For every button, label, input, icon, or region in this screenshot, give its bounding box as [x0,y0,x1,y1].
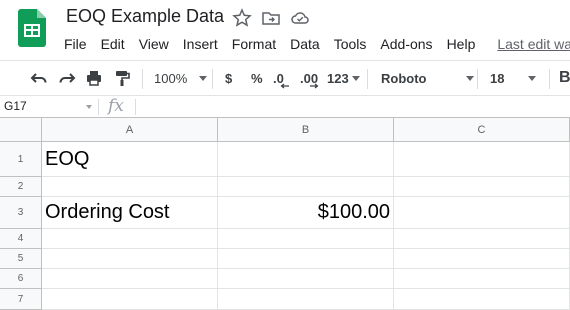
more-formats-label: 123 [327,70,349,86]
cell-b7[interactable] [218,289,394,310]
menu-bar: File Edit View Insert Format Data Tools … [64,34,570,54]
formula-bar: G17 fx [0,96,570,118]
more-formats-button[interactable]: 123 [327,61,360,95]
cell-b3[interactable]: $100.00 [218,197,394,229]
cell-c6[interactable] [394,269,570,289]
cell-a7[interactable] [42,289,218,310]
row-header-4[interactable]: 4 [0,229,42,249]
formula-bar-divider [98,99,99,115]
cell-a3[interactable]: Ordering Cost [42,197,218,229]
star-icon[interactable] [232,8,252,28]
decrease-decimal-button[interactable]: .0 [273,61,289,95]
toolbar-divider [142,69,143,89]
column-header-b[interactable]: B [218,118,394,142]
chevron-down-icon[interactable] [86,105,92,109]
cell-b1[interactable] [218,142,394,177]
font-size-select[interactable]: 18 [490,61,537,95]
formula-bar-divider [135,99,136,115]
cell-c3[interactable] [394,197,570,229]
cell-b4[interactable] [218,229,394,249]
cell-c7[interactable] [394,289,570,310]
menu-tools[interactable]: Tools [334,34,367,54]
menu-file[interactable]: File [64,34,87,54]
print-icon[interactable] [85,69,103,87]
menu-add-ons[interactable]: Add-ons [380,34,432,54]
cell-b5[interactable] [218,249,394,269]
cell-a6[interactable] [42,269,218,289]
menu-format[interactable]: Format [232,34,276,54]
currency-format-button[interactable]: $ [225,61,232,95]
font-family-value: Roboto [381,70,427,86]
menu-data[interactable]: Data [290,34,320,54]
chevron-down-icon [528,75,537,81]
column-header-a[interactable]: A [42,118,218,142]
sheet-grid: A B C 1 2 3 4 5 6 7 EOQ Ordering Cost $1… [0,118,570,310]
increase-decimal-button[interactable]: .00 [300,61,319,95]
paint-format-icon[interactable] [113,69,131,87]
arrow-left-icon [280,83,289,89]
cell-a2[interactable] [42,177,218,197]
zoom-select[interactable]: 100% [154,61,208,95]
row-header-2[interactable]: 2 [0,177,42,197]
row-header-3[interactable]: 3 [0,197,42,229]
column-header-c[interactable]: C [394,118,570,142]
row-header-6[interactable]: 6 [0,269,42,289]
font-size-value: 18 [490,70,505,86]
toolbar-divider [477,69,478,89]
menu-insert[interactable]: Insert [183,34,218,54]
menu-view[interactable]: View [139,34,169,54]
toolbar-divider [212,69,213,89]
toolbar: 100% $ % .0 .00 123 Roboto 18 B [0,60,570,96]
chevron-down-icon [199,75,208,81]
arrow-right-icon [310,83,319,89]
cell-b6[interactable] [218,269,394,289]
cell-c4[interactable] [394,229,570,249]
move-to-folder-icon[interactable] [261,8,281,28]
google-sheets-logo-icon[interactable] [18,9,46,47]
cell-a1[interactable]: EOQ [42,142,218,177]
font-family-select[interactable]: Roboto [381,61,475,95]
bold-button[interactable]: B [559,61,570,95]
last-edit-link[interactable]: Last edit was [497,34,570,54]
row-header-7[interactable]: 7 [0,289,42,310]
redo-icon[interactable] [58,69,76,87]
percent-format-button[interactable]: % [251,61,263,95]
toolbar-divider [367,69,368,89]
cell-a5[interactable] [42,249,218,269]
cell-a4[interactable] [42,229,218,249]
cloud-status-icon[interactable] [290,8,310,28]
undo-icon[interactable] [30,69,48,87]
row-header-5[interactable]: 5 [0,249,42,269]
function-icon: fx [108,96,124,116]
menu-edit[interactable]: Edit [101,34,125,54]
row-header-1[interactable]: 1 [0,142,42,177]
chevron-down-icon [351,75,360,81]
cell-c1[interactable] [394,142,570,177]
select-all-corner[interactable] [0,118,42,142]
cell-b2[interactable] [218,177,394,197]
cell-c2[interactable] [394,177,570,197]
chevron-down-icon [466,75,475,81]
menu-help[interactable]: Help [447,34,476,54]
cell-c5[interactable] [394,249,570,269]
document-title[interactable]: EOQ Example Data [66,6,224,27]
name-box[interactable]: G17 [4,99,27,113]
toolbar-divider [549,69,550,89]
zoom-value: 100% [154,70,188,86]
